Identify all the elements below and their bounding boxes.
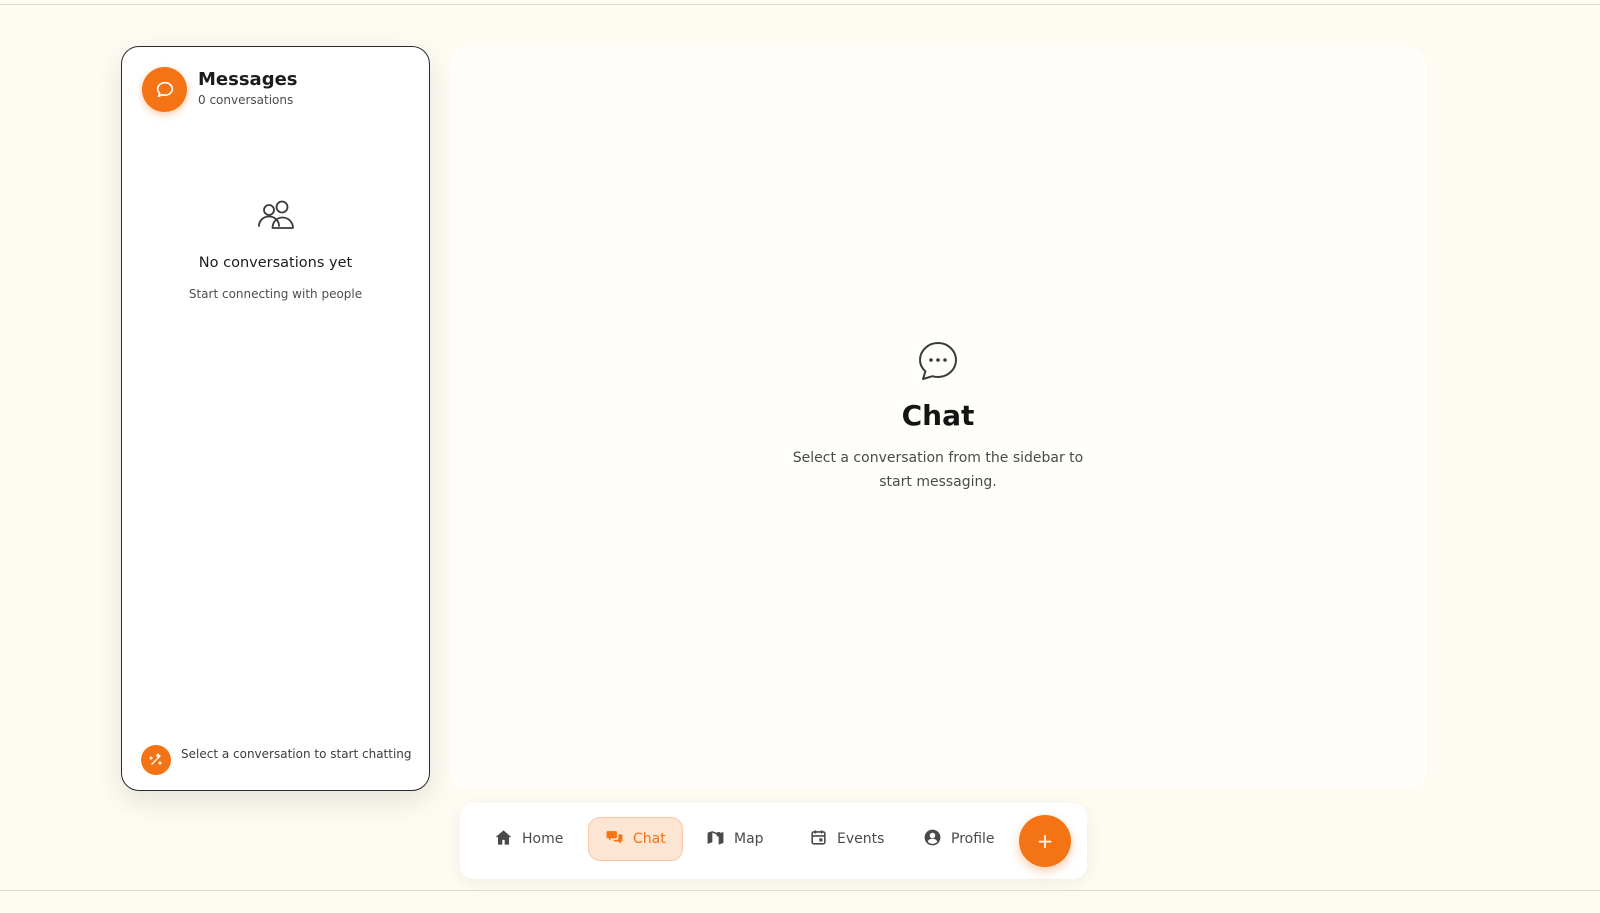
nav-item-profile[interactable]: Profile [923, 817, 995, 861]
nav-label-events: Events [837, 831, 885, 847]
bottom-divider [0, 890, 1600, 891]
conversations-sidebar: Messages 0 conversations No conversation… [121, 46, 430, 791]
nav-label-profile: Profile [951, 831, 995, 847]
map-icon [706, 828, 725, 851]
nav-item-map[interactable]: Map [706, 817, 764, 861]
people-icon [256, 199, 296, 233]
calendar-icon [809, 828, 828, 851]
sidebar-footer: Select a conversation to start chatting [141, 745, 412, 775]
chat-placeholder: Chat Select a conversation from the side… [450, 340, 1426, 494]
add-button[interactable]: + [1019, 815, 1071, 867]
empty-state-title: No conversations yet [198, 255, 353, 271]
chat-icon [605, 828, 624, 851]
plus-icon: + [1036, 829, 1054, 853]
nav-item-home[interactable]: Home [494, 817, 563, 861]
main-title: Chat [901, 399, 975, 432]
nav-label-map: Map [734, 831, 764, 847]
nav-item-events[interactable]: Events [809, 817, 884, 861]
bottom-nav: Home Chat Map Events Profile + [460, 803, 1087, 879]
nav-item-chat[interactable]: Chat [588, 817, 683, 861]
main-subtitle: Select a conversation from the sidebar t… [792, 450, 1084, 490]
chat-dots-icon [917, 340, 959, 382]
nav-label-home: Home [522, 831, 564, 847]
sparkle-icon [141, 745, 171, 775]
sidebar-footer-text: Select a conversation to start chatting [181, 747, 412, 761]
chat-main-panel: Chat Select a conversation from the side… [450, 47, 1426, 789]
sidebar-header: Messages 0 conversations [142, 67, 298, 112]
empty-state: No conversations yet Start connecting wi… [122, 199, 429, 302]
chat-bubble-icon [142, 67, 187, 112]
top-divider [0, 4, 1600, 5]
nav-label-chat: Chat [633, 831, 666, 847]
empty-state-subtitle: Start connecting with people [188, 287, 363, 301]
sidebar-title: Messages [198, 69, 298, 90]
conversation-count: 0 conversations [198, 93, 294, 107]
home-icon [494, 828, 513, 851]
user-circle-icon [923, 828, 942, 851]
